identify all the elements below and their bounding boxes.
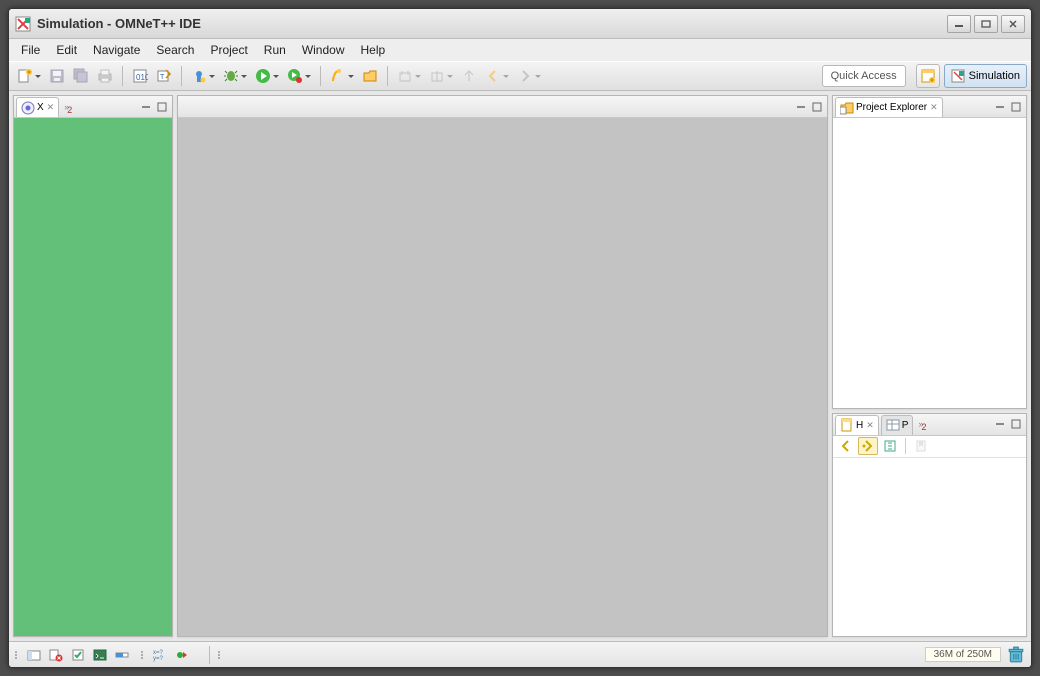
menu-edit[interactable]: Edit [48,41,85,59]
menu-search[interactable]: Search [148,41,202,59]
sb-console-button[interactable] [91,646,109,664]
nav-c-button[interactable] [458,65,480,87]
statusbar-handle[interactable] [218,651,224,659]
tab-overflow-button[interactable]: »2 [915,419,931,429]
maximize-editor-icon[interactable] [810,100,824,114]
help-toolbar [833,436,1026,458]
help-related-button[interactable] [858,437,878,455]
run-button[interactable] [252,65,282,87]
module-icon [21,101,35,115]
editor-content[interactable] [178,118,827,636]
help-tab-p-label: P [902,420,909,431]
quick-access-field[interactable]: Quick Access [822,65,906,87]
help-tab-p[interactable]: P [881,415,914,435]
help-all-button[interactable] [880,437,900,455]
help-tabbar: H ✕ P »2 [833,414,1026,436]
close-icon[interactable]: ✕ [866,420,874,431]
sb-breakpoints-button[interactable] [173,646,191,664]
heap-status-text: 36M of 250M [934,649,992,660]
perspective-label: Simulation [969,70,1020,82]
project-explorer-label: Project Explorer [856,102,927,113]
left-view-panel: X ✕ »2 [13,95,173,637]
menu-window[interactable]: Window [294,41,353,59]
open-task-button[interactable] [359,65,381,87]
minimize-view-icon[interactable] [993,417,1007,431]
menu-run[interactable]: Run [256,41,294,59]
perspective-simulation[interactable]: Simulation [944,64,1027,88]
project-explorer-tab[interactable]: Project Explorer ✕ [835,97,943,117]
svg-text:y=?: y=? [153,656,164,662]
search-button[interactable] [327,65,357,87]
editor-area [177,95,828,637]
nav-b-button[interactable] [426,65,456,87]
project-explorer-panel: Project Explorer ✕ [832,95,1027,409]
open-perspective-button[interactable] [916,64,940,88]
maximize-view-icon[interactable] [155,100,169,114]
folder-nav-icon [840,101,854,115]
run-last-button[interactable] [284,65,314,87]
minimize-editor-icon[interactable] [794,100,808,114]
left-tabbar: X ✕ »2 [14,96,172,118]
svg-text:T: T [160,74,165,81]
workspace: X ✕ »2 [9,91,1031,641]
project-explorer-tabbar: Project Explorer ✕ [833,96,1026,118]
sb-problems-button[interactable] [47,646,65,664]
tab-overflow-button[interactable]: »2 [61,102,77,112]
close-button[interactable] [1001,15,1025,33]
help-doc-icon [840,418,854,432]
new-button[interactable] [14,65,44,87]
quick-access-label: Quick Access [831,70,897,82]
close-icon[interactable]: ✕ [47,102,55,113]
close-icon[interactable]: ✕ [930,102,938,113]
debug-button[interactable] [220,65,250,87]
forward-button[interactable] [514,65,544,87]
statusbar-handle[interactable] [141,651,147,659]
statusbar: x=?y=? 36M of 250M [9,641,1031,667]
open-type-button[interactable]: T [153,65,175,87]
project-explorer-tree[interactable] [833,118,1026,408]
svg-text:010: 010 [136,73,148,82]
menu-navigate[interactable]: Navigate [85,41,148,59]
gc-trash-button[interactable] [1007,646,1025,664]
help-panel: H ✕ P »2 [832,413,1027,638]
left-tab-x[interactable]: X ✕ [16,97,59,117]
minimize-view-icon[interactable] [139,100,153,114]
help-bookmark-button[interactable] [911,437,931,455]
maximize-button[interactable] [974,15,998,33]
menu-file[interactable]: File [13,41,48,59]
maximize-view-icon[interactable] [1009,417,1023,431]
minimize-view-icon[interactable] [993,100,1007,114]
titlebar: Simulation - OMNeT++ IDE [9,9,1031,39]
window-title: Simulation - OMNeT++ IDE [37,16,201,31]
minimize-button[interactable] [947,15,971,33]
sb-vars-button[interactable]: x=?y=? [151,646,169,664]
properties-icon [886,418,900,432]
save-button[interactable] [46,65,68,87]
main-toolbar: 010 T [9,61,1031,91]
binary-button[interactable]: 010 [129,65,151,87]
left-view-content [14,118,172,636]
sb-progress-button[interactable] [113,646,131,664]
print-button[interactable] [94,65,116,87]
maximize-view-icon[interactable] [1009,100,1023,114]
editor-tabbar [178,96,827,118]
help-back-button[interactable] [836,437,856,455]
menu-help[interactable]: Help [353,41,394,59]
help-content[interactable] [833,458,1026,637]
statusbar-handle[interactable] [15,651,21,659]
ide-window: Simulation - OMNeT++ IDE File Edit Navig… [8,8,1032,668]
left-tab-label: X [37,102,44,113]
menubar: File Edit Navigate Search Project Run Wi… [9,39,1031,61]
help-tab-h[interactable]: H ✕ [835,415,879,435]
save-all-button[interactable] [70,65,92,87]
app-icon [15,16,31,32]
menu-project[interactable]: Project [202,41,255,59]
sb-tasks-button[interactable] [69,646,87,664]
sb-view1-button[interactable] [25,646,43,664]
nav-a-button[interactable] [394,65,424,87]
build-button[interactable] [188,65,218,87]
help-tab-h-label: H [856,420,863,431]
back-button[interactable] [482,65,512,87]
heap-status[interactable]: 36M of 250M [925,647,1001,662]
